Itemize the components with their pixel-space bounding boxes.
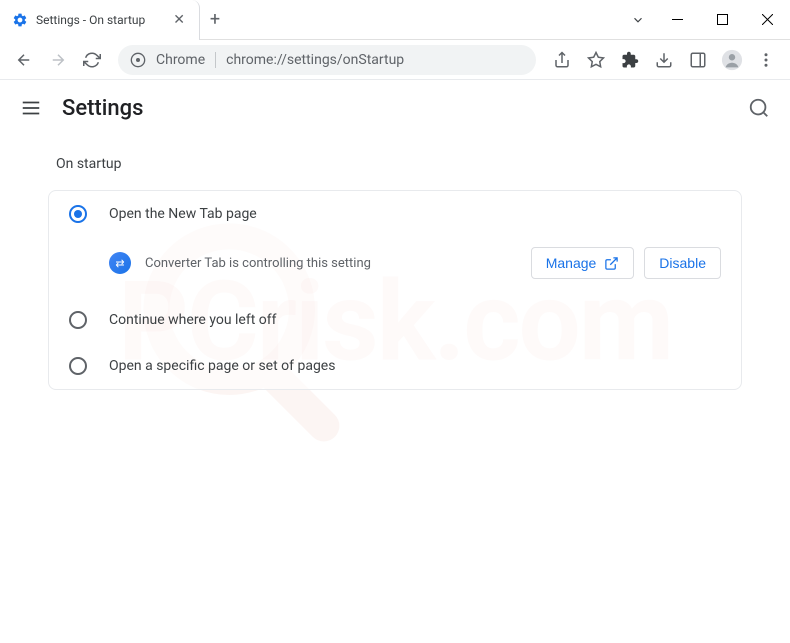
settings-panel: On startup Open the New Tab page ⇄ Conve…: [0, 136, 790, 410]
extensions-button[interactable]: [614, 44, 646, 76]
radio-continue[interactable]: Continue where you left off: [49, 297, 741, 343]
titlebar: Settings - On startup ✕ +: [0, 0, 790, 40]
new-tab-button[interactable]: +: [200, 0, 230, 39]
window-controls: [621, 0, 790, 39]
reload-button[interactable]: [76, 44, 108, 76]
search-settings-button[interactable]: [748, 97, 770, 119]
profile-button[interactable]: [716, 44, 748, 76]
extension-icon: ⇄: [109, 252, 131, 274]
close-window-button[interactable]: [745, 0, 790, 40]
menu-toggle-button[interactable]: [20, 97, 42, 119]
site-info-icon[interactable]: [130, 52, 146, 68]
tab-title: Settings - On startup: [36, 13, 145, 27]
side-panel-button[interactable]: [682, 44, 714, 76]
radio-label: Open the New Tab page: [109, 206, 257, 222]
browser-tab[interactable]: Settings - On startup ✕: [0, 0, 200, 40]
page-title: Settings: [62, 96, 143, 121]
minimize-button[interactable]: [655, 0, 700, 40]
url-scheme-label: Chrome: [156, 52, 216, 68]
radio-icon: [69, 357, 87, 375]
disable-button[interactable]: Disable: [644, 247, 721, 279]
section-title: On startup: [48, 156, 742, 172]
manage-button[interactable]: Manage: [531, 247, 635, 279]
radio-icon: [69, 205, 87, 223]
address-bar[interactable]: Chrome chrome://settings/onStartup: [118, 45, 536, 75]
toolbar: Chrome chrome://settings/onStartup: [0, 40, 790, 80]
settings-header: Settings: [0, 80, 790, 136]
tab-search-button[interactable]: [621, 0, 655, 40]
extension-notice-row: ⇄ Converter Tab is controlling this sett…: [49, 237, 741, 297]
external-link-icon: [604, 256, 619, 271]
settings-favicon-icon: [12, 12, 28, 28]
back-button[interactable]: [8, 44, 40, 76]
maximize-button[interactable]: [700, 0, 745, 40]
menu-button[interactable]: [750, 44, 782, 76]
extension-notice-text: Converter Tab is controlling this settin…: [145, 256, 371, 271]
radio-open-new-tab[interactable]: Open the New Tab page: [49, 191, 741, 237]
forward-button[interactable]: [42, 44, 74, 76]
radio-specific-page[interactable]: Open a specific page or set of pages: [49, 343, 741, 389]
bookmark-button[interactable]: [580, 44, 612, 76]
url-text: chrome://settings/onStartup: [226, 52, 404, 68]
share-button[interactable]: [546, 44, 578, 76]
radio-label: Continue where you left off: [109, 312, 277, 328]
downloads-button[interactable]: [648, 44, 680, 76]
radio-icon: [69, 311, 87, 329]
radio-label: Open a specific page or set of pages: [109, 358, 335, 374]
startup-card: Open the New Tab page ⇄ Converter Tab is…: [48, 190, 742, 390]
tab-close-icon[interactable]: ✕: [169, 10, 189, 30]
